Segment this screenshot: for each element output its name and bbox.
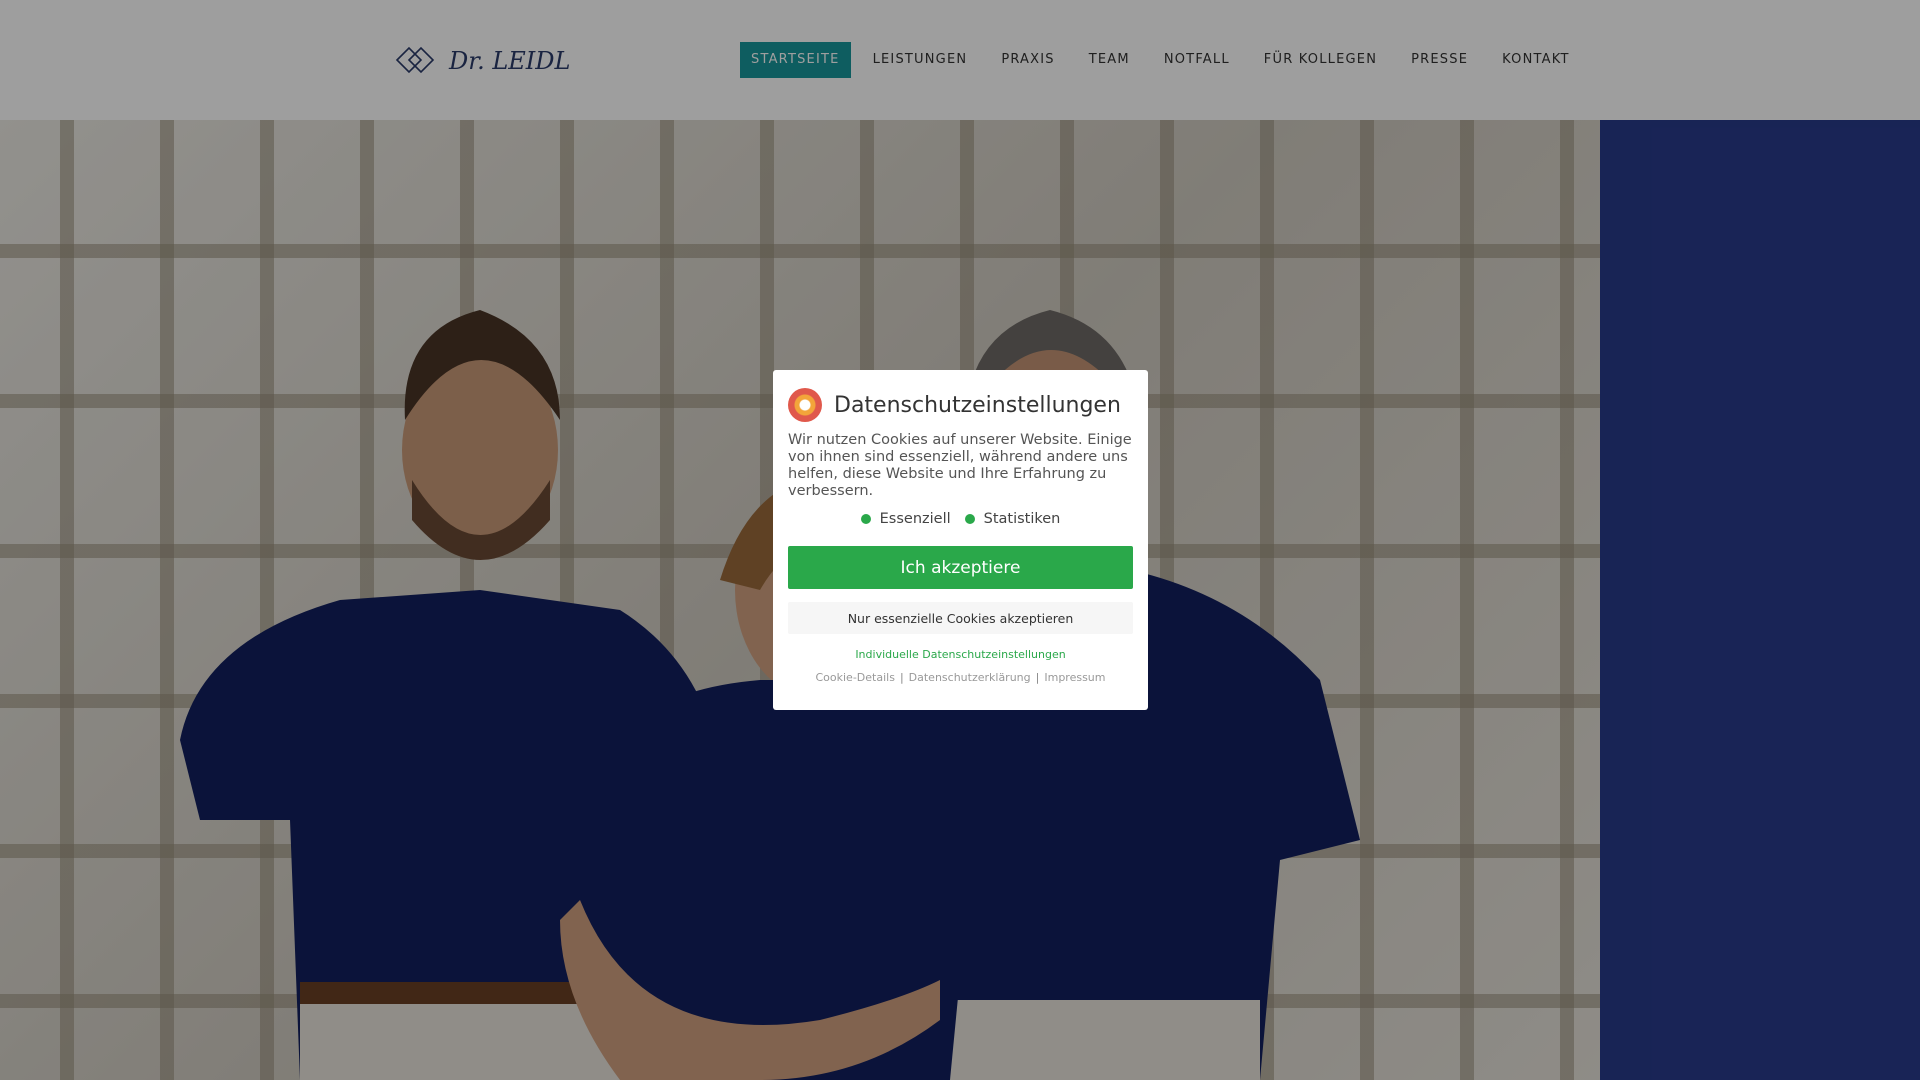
consent-statistics[interactable]: Statistiken — [964, 511, 1061, 527]
cookie-consent-dialog: Datenschutzeinstellungen Wir nutzen Cook… — [773, 370, 1148, 710]
accept-all-button[interactable]: Ich akzeptiere — [788, 546, 1133, 589]
imprint-link[interactable]: Impressum — [1044, 671, 1105, 684]
dialog-footer-links: Cookie-Details | Datenschutzerklärung | Impr… — [815, 671, 1106, 684]
cookie-icon — [788, 388, 822, 422]
consent-essential[interactable]: Essenziell — [860, 511, 951, 527]
privacy-policy-link[interactable]: Datenschutzerklärung — [909, 671, 1031, 684]
individual-settings-link[interactable]: Individuelle Datenschutzeinstellungen — [788, 648, 1133, 661]
consent-statistics-label: Statistiken — [983, 511, 1061, 527]
dialog-description: Wir nutzen Cookies auf unserer Website. … — [788, 432, 1132, 499]
dialog-title: Datenschutzeinstellungen — [834, 392, 1121, 418]
checked-dot-icon — [964, 514, 975, 524]
checked-dot-icon — [860, 514, 871, 524]
cookie-details-link[interactable]: Cookie-Details — [815, 671, 894, 684]
accept-essential-button[interactable]: Nur essenzielle Cookies akzeptieren — [788, 602, 1133, 634]
consent-essential-label: Essenziell — [879, 511, 951, 527]
